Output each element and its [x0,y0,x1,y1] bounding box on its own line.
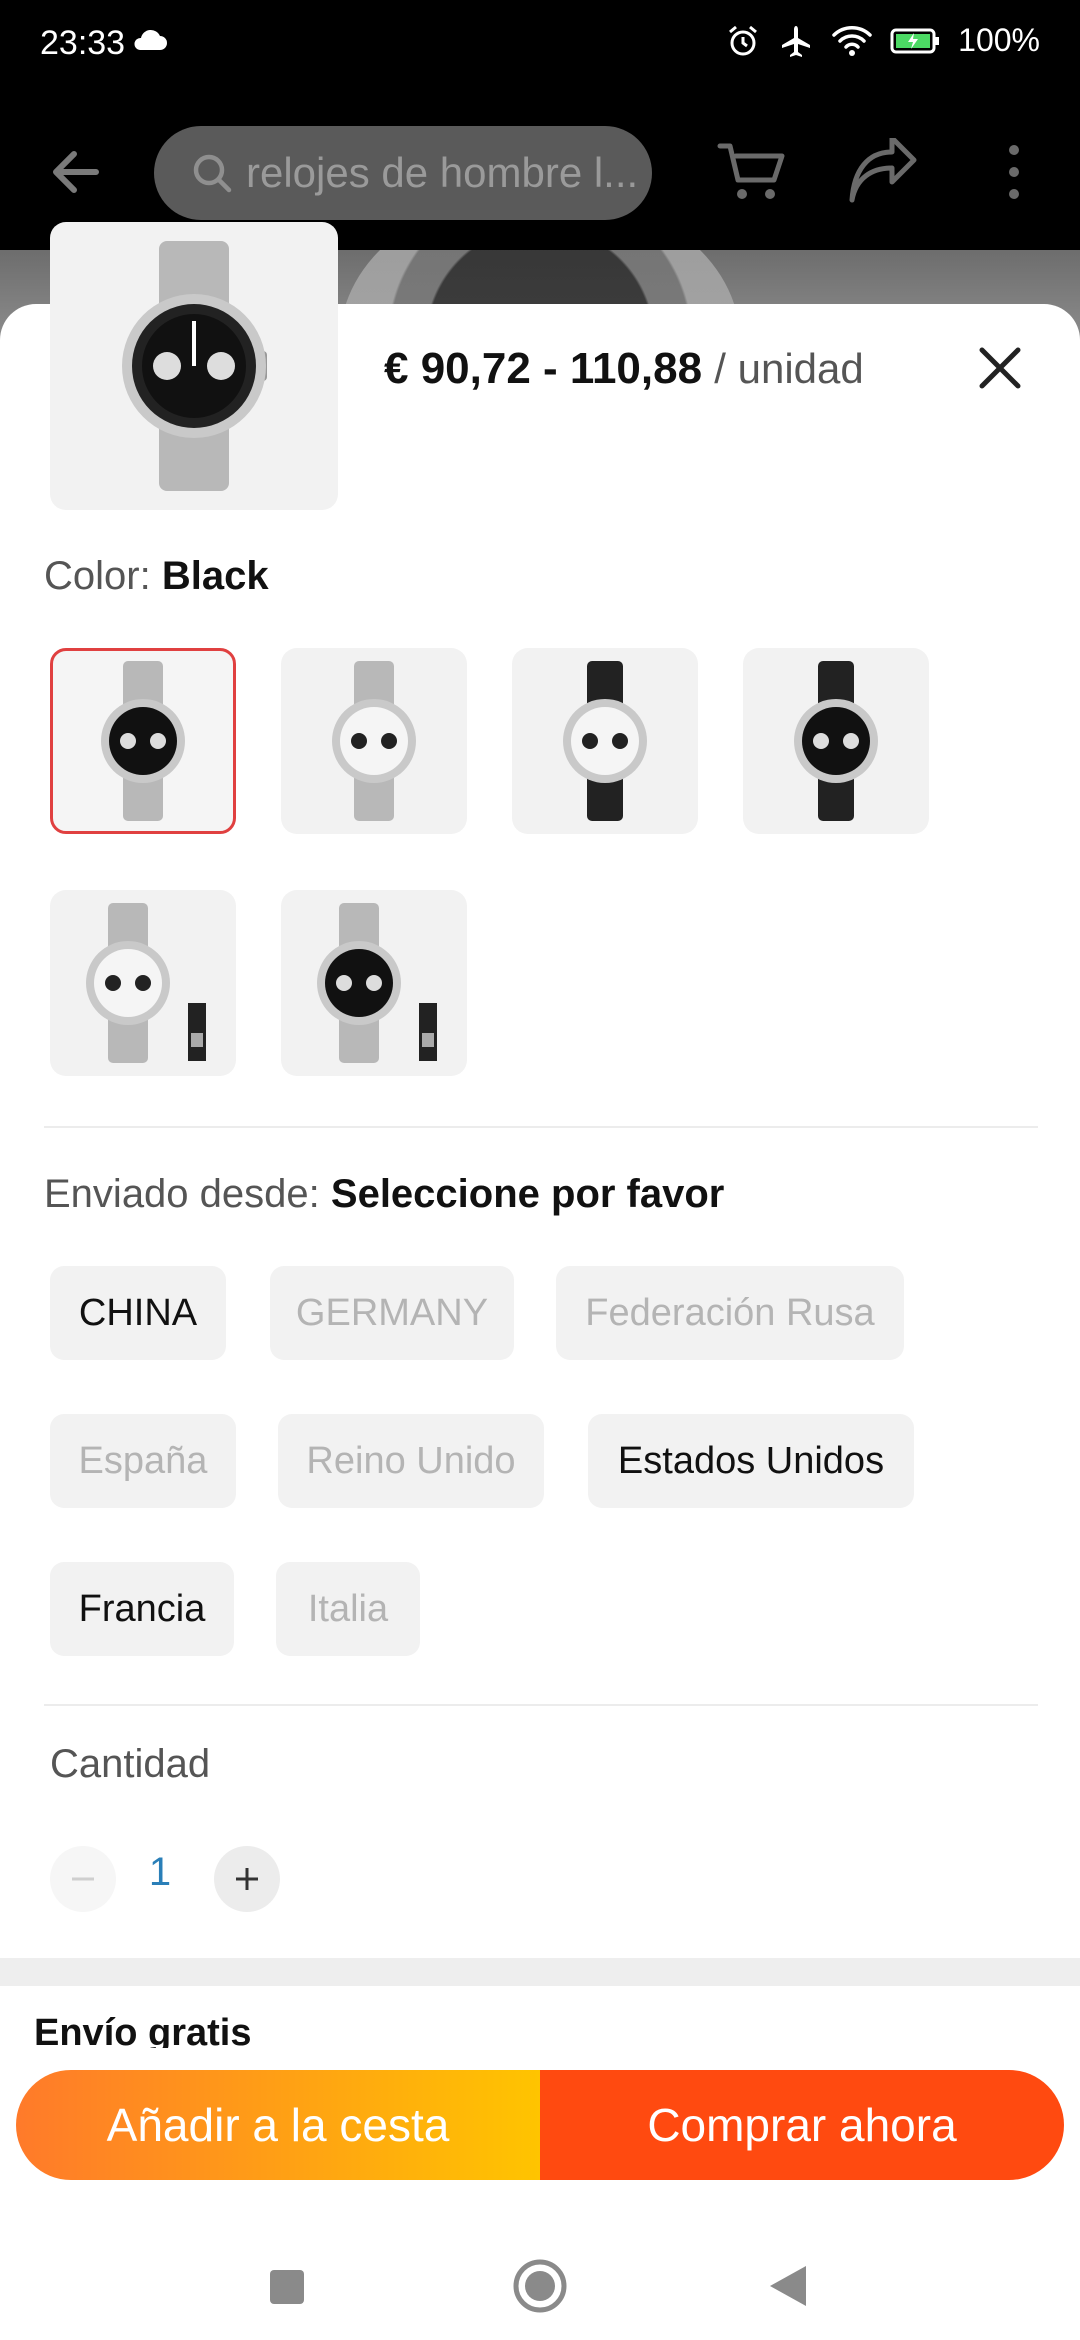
ship-option-uk[interactable]: Reino Unido [278,1414,544,1508]
price-amount: € 90,72 - 110,88 [384,344,703,393]
plus-icon [236,1868,258,1890]
watch-black-strap-icon [794,661,878,821]
ship-option-china[interactable]: CHINA [50,1266,226,1360]
recents-icon[interactable] [270,2270,304,2304]
ships-from-label: Enviado desde: Seleccione por favor [44,1172,724,1217]
color-swatch-black-with-box[interactable] [281,890,467,1076]
ship-option-germany[interactable]: GERMANY [270,1266,514,1360]
watch-black-box-icon [317,903,437,1063]
color-swatch-black-bracelet[interactable] [50,648,236,834]
more-options-icon[interactable] [1000,142,1028,202]
home-icon[interactable] [512,2258,568,2314]
quantity-decrease-button[interactable] [50,1846,116,1912]
ship-option-italy[interactable]: Italia [276,1562,420,1656]
watch-white-box-icon [86,903,206,1063]
cart-icon[interactable] [716,136,788,208]
ships-from-selected: Seleccione por favor [330,1172,725,1216]
quantity-label: Cantidad [50,1742,211,1786]
add-to-cart-button[interactable]: Añadir a la cesta [16,2070,540,2180]
divider [44,1126,1038,1128]
status-time: 23:33 [40,24,126,62]
battery-percent: 100% [958,22,1040,58]
airplane-mode-icon [782,25,811,57]
ship-option-spain[interactable]: España [50,1414,236,1508]
color-selected: Black [161,554,269,598]
back-arrow-icon[interactable] [46,142,106,202]
nav-back-icon[interactable] [766,2264,808,2308]
watch-white-bracelet-icon [332,661,416,821]
section-separator [0,1958,1080,1986]
search-placeholder: relojes de hombre l... [246,149,639,196]
status-bar: 23:33 100% [0,0,1080,92]
minus-icon [72,1877,94,1881]
quantity-increase-button[interactable] [214,1846,280,1912]
action-bar: Añadir a la cesta Comprar ahora [0,2048,1080,2198]
buy-now-button[interactable]: Comprar ahora [540,2070,1064,2180]
battery-charging-icon [890,28,940,53]
color-swatch-white-with-box[interactable] [50,890,236,1076]
watch-white-strap-icon [563,661,647,821]
alarm-icon [729,25,758,55]
color-swatch-white-strap[interactable] [512,648,698,834]
color-label: Color: Black [44,554,269,599]
ship-option-usa[interactable]: Estados Unidos [588,1414,914,1508]
color-label-text: Color: [44,554,151,598]
color-swatch-white-bracelet[interactable] [281,648,467,834]
wifi-icon [832,25,872,56]
watch-image-icon [122,241,267,491]
product-thumbnail [50,222,338,510]
ship-option-france[interactable]: Francia [50,1562,234,1656]
system-nav-bar [0,2198,1080,2340]
search-bar[interactable]: relojes de hombre l... [154,126,652,220]
ships-from-label-text: Enviado desde: [44,1172,320,1216]
ship-option-russia[interactable]: Federación Rusa [556,1266,904,1360]
watch-black-bracelet-icon [101,661,185,821]
price-unit: / unidad [714,345,864,392]
search-icon [193,154,232,193]
cloud-icon [134,29,167,50]
quantity-value[interactable]: 1 [140,1850,180,1895]
price-range: € 90,72 - 110,88 / unidad [384,344,864,394]
divider [44,1704,1038,1706]
close-icon[interactable] [976,344,1024,392]
share-icon[interactable] [846,138,918,206]
color-swatch-black-strap[interactable] [743,648,929,834]
